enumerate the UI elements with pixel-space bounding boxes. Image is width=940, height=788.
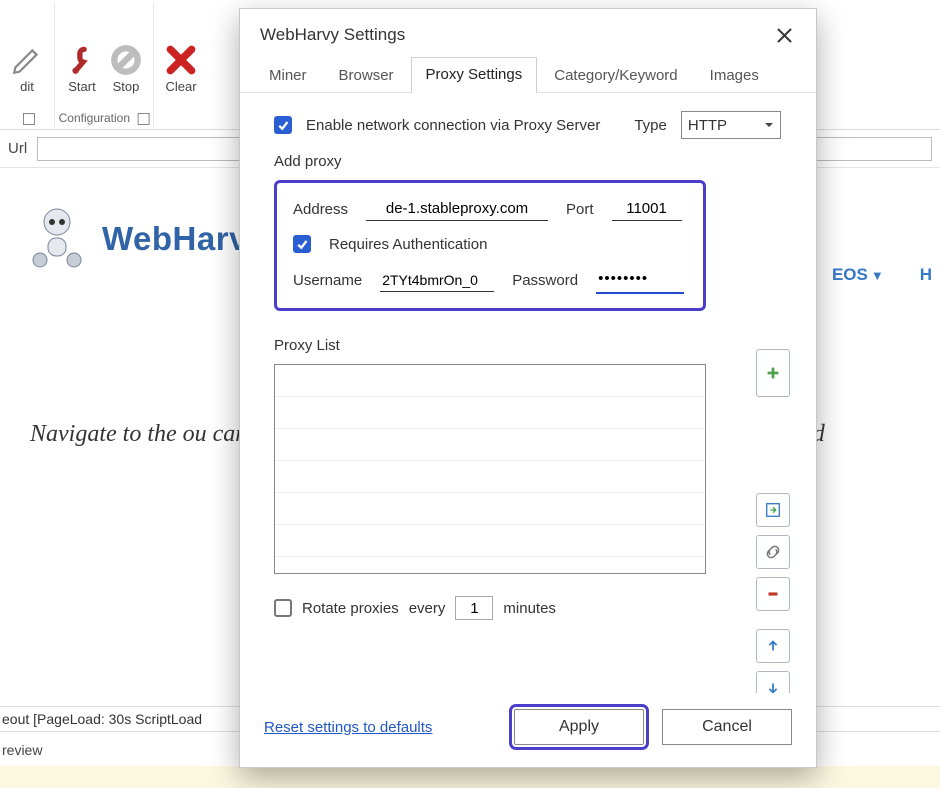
- move-down-button[interactable]: [756, 671, 790, 693]
- address-label: Address: [293, 201, 348, 218]
- dialog-tabs: Miner Browser Proxy Settings Category/Ke…: [240, 57, 816, 93]
- proxy-list[interactable]: [274, 364, 706, 574]
- test-button[interactable]: [756, 535, 790, 569]
- reset-link[interactable]: Reset settings to defaults: [264, 719, 432, 736]
- close-icon: [777, 28, 792, 43]
- address-input[interactable]: [366, 197, 548, 221]
- tab-proxy-settings[interactable]: Proxy Settings: [411, 57, 538, 93]
- arrow-down-icon: [764, 679, 782, 693]
- username-input[interactable]: [380, 269, 494, 292]
- auth-label: Requires Authentication: [329, 236, 487, 253]
- add-proxy-button[interactable]: [756, 349, 790, 397]
- port-input[interactable]: [612, 197, 682, 221]
- rotate-label-b: every: [409, 600, 446, 617]
- arrow-up-icon: [764, 637, 782, 655]
- proxy-list-label: Proxy List: [274, 337, 796, 354]
- link-icon: [764, 543, 782, 561]
- rotate-label-a: Rotate proxies: [302, 600, 399, 617]
- import-button[interactable]: [756, 493, 790, 527]
- add-proxy-label: Add proxy: [274, 153, 796, 170]
- settings-dialog: WebHarvy Settings Miner Browser Proxy Se…: [239, 8, 817, 768]
- auth-checkbox[interactable]: [293, 235, 311, 253]
- enable-proxy-checkbox[interactable]: [274, 116, 292, 134]
- dialog-title: WebHarvy Settings: [260, 25, 405, 45]
- start-button[interactable]: Start: [65, 43, 99, 94]
- clear-button[interactable]: Clear: [164, 43, 198, 94]
- password-label: Password: [512, 272, 578, 289]
- nav-eos[interactable]: EOS▼: [832, 265, 884, 285]
- username-label: Username: [293, 272, 362, 289]
- chevron-down-icon: [764, 120, 774, 130]
- add-proxy-panel: Address Port Requires Authentication Use…: [274, 180, 706, 311]
- nav-h[interactable]: H: [920, 265, 932, 285]
- tab-category-keyword[interactable]: Category/Keyword: [539, 57, 692, 92]
- tab-miner[interactable]: Miner: [254, 57, 322, 92]
- plus-icon: [764, 364, 782, 382]
- stop-button[interactable]: Stop: [109, 43, 143, 94]
- tab-images[interactable]: Images: [695, 57, 774, 92]
- enable-proxy-label: Enable network connection via Proxy Serv…: [306, 117, 600, 134]
- type-label: Type: [634, 117, 667, 134]
- tab-browser[interactable]: Browser: [324, 57, 409, 92]
- cancel-button[interactable]: Cancel: [662, 709, 792, 745]
- move-up-button[interactable]: [756, 629, 790, 663]
- config-group-label: Configuration: [59, 111, 150, 125]
- close-button[interactable]: [772, 23, 796, 47]
- rotate-checkbox[interactable]: [274, 599, 292, 617]
- url-label: Url: [8, 140, 27, 157]
- minus-icon: [764, 585, 782, 603]
- apply-button[interactable]: Apply: [514, 709, 644, 745]
- rotate-label-c: minutes: [503, 600, 556, 617]
- rotate-minutes-input[interactable]: [455, 596, 493, 620]
- port-label: Port: [566, 201, 594, 218]
- remove-button[interactable]: [756, 577, 790, 611]
- edit-button[interactable]: dit: [10, 43, 44, 94]
- import-icon: [764, 501, 782, 519]
- password-input[interactable]: [596, 267, 684, 290]
- proxy-type-select[interactable]: HTTP: [681, 111, 781, 139]
- robot-icon: [30, 208, 84, 270]
